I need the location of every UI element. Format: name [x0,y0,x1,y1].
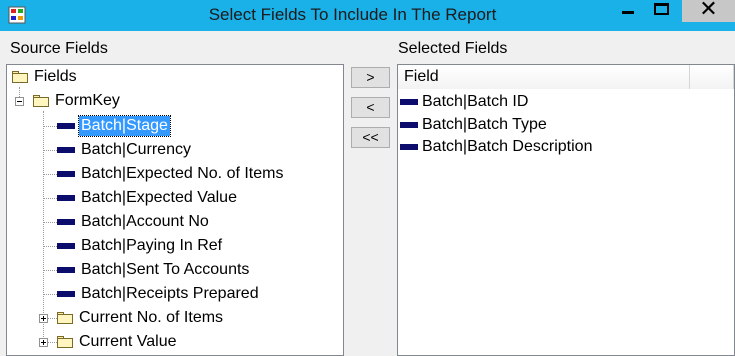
tree-node-label: Fields [34,68,77,85]
tree-field-item[interactable]: Batch|Stage [57,115,171,137]
field-icon [57,147,75,153]
tree-field-item[interactable]: Batch|Account No [57,211,211,233]
maximize-icon [654,3,669,15]
folder-icon [33,95,49,107]
list-item-label: Batch|Batch Description [422,138,593,155]
column-header-empty[interactable] [690,65,734,89]
tree-connector [43,111,44,343]
tree-field-item[interactable]: Batch|Expected No. of Items [57,163,285,185]
list-header: Field [398,65,734,89]
remove-all-fields-button[interactable]: << [351,127,390,148]
folder-icon [57,336,73,348]
list-item-label: Batch|Batch Type [422,116,547,133]
tree-node-label: Current Value [79,333,177,350]
tree-connector [43,150,57,151]
tree-field-item[interactable]: Batch|Receipts Prepared [57,283,261,305]
tree-connector [43,270,57,271]
selected-fields-list[interactable]: Field Batch|Batch ID Batch|Batch Type Ba… [397,64,735,356]
expand-toggle[interactable] [39,338,48,347]
collapse-toggle[interactable] [15,97,24,106]
list-item[interactable]: Batch|Batch Type [400,114,547,136]
tree-field-label: Batch|Currency [81,141,191,158]
tree-field-label: Batch|Receipts Prepared [81,285,259,302]
tree-node-formkey[interactable]: FormKey [33,90,122,112]
field-icon [57,123,75,129]
tree-node-fields[interactable]: Fields [12,66,79,88]
tree-field-item[interactable]: Batch|Sent To Accounts [57,259,251,281]
source-fields-label: Source Fields [10,40,108,57]
tree-field-label: Batch|Sent To Accounts [81,261,250,278]
tree-node-subgroup[interactable]: Current Value [57,331,179,353]
column-header-field[interactable]: Field [398,65,690,89]
tree-connector [47,318,57,319]
tree-connector [47,342,57,343]
add-field-button[interactable]: > [351,67,390,88]
close-icon: ✕ [699,0,718,22]
tree-field-label: Batch|Paying In Ref [81,237,223,254]
tree-connector [43,246,57,247]
field-icon [57,171,75,177]
tree-connector [43,222,57,223]
remove-field-button[interactable]: < [351,97,390,118]
folder-icon [57,312,73,324]
title-bar: Select Fields To Include In The Report ✕ [0,0,735,31]
tree-node-label: FormKey [55,92,120,109]
tree-field-label: Batch|Expected No. of Items [81,165,284,182]
field-icon [400,122,418,128]
field-icon [57,291,75,297]
tree-field-item[interactable]: Batch|Currency [57,139,193,161]
folder-icon [12,71,28,83]
field-icon [57,195,75,201]
list-item-label: Batch|Batch ID [422,93,529,110]
tree-connector [43,174,57,175]
tree-field-item[interactable]: Batch|Paying In Ref [57,235,224,257]
field-icon [57,243,75,249]
tree-field-label: Batch|Expected Value [81,189,237,206]
minimize-icon [622,11,634,14]
field-icon [57,219,75,225]
tree-field-item[interactable]: Batch|Expected Value [57,187,239,209]
tree-connector [43,294,57,295]
tree-node-label: Current No. of Items [79,309,224,326]
expand-toggle[interactable] [39,314,48,323]
tree-field-label: Batch|Account No [81,213,209,230]
field-icon [57,267,75,273]
tree-connector [43,126,57,127]
tree-node-subgroup[interactable]: Current No. of Items [57,307,225,329]
field-icon [400,99,418,105]
minimize-button[interactable] [612,0,642,22]
tree-connector [43,198,57,199]
tree-field-label: Batch|Stage [78,115,171,137]
list-item[interactable]: Batch|Batch ID [400,91,528,113]
field-icon [400,144,418,150]
list-item[interactable]: Batch|Batch Description [400,136,592,158]
close-button[interactable]: ✕ [682,0,735,22]
source-fields-tree[interactable]: Fields FormKey Batch|Stage Batch|Currenc… [6,64,344,356]
maximize-button[interactable] [646,0,676,22]
selected-fields-label: Selected Fields [398,40,508,57]
